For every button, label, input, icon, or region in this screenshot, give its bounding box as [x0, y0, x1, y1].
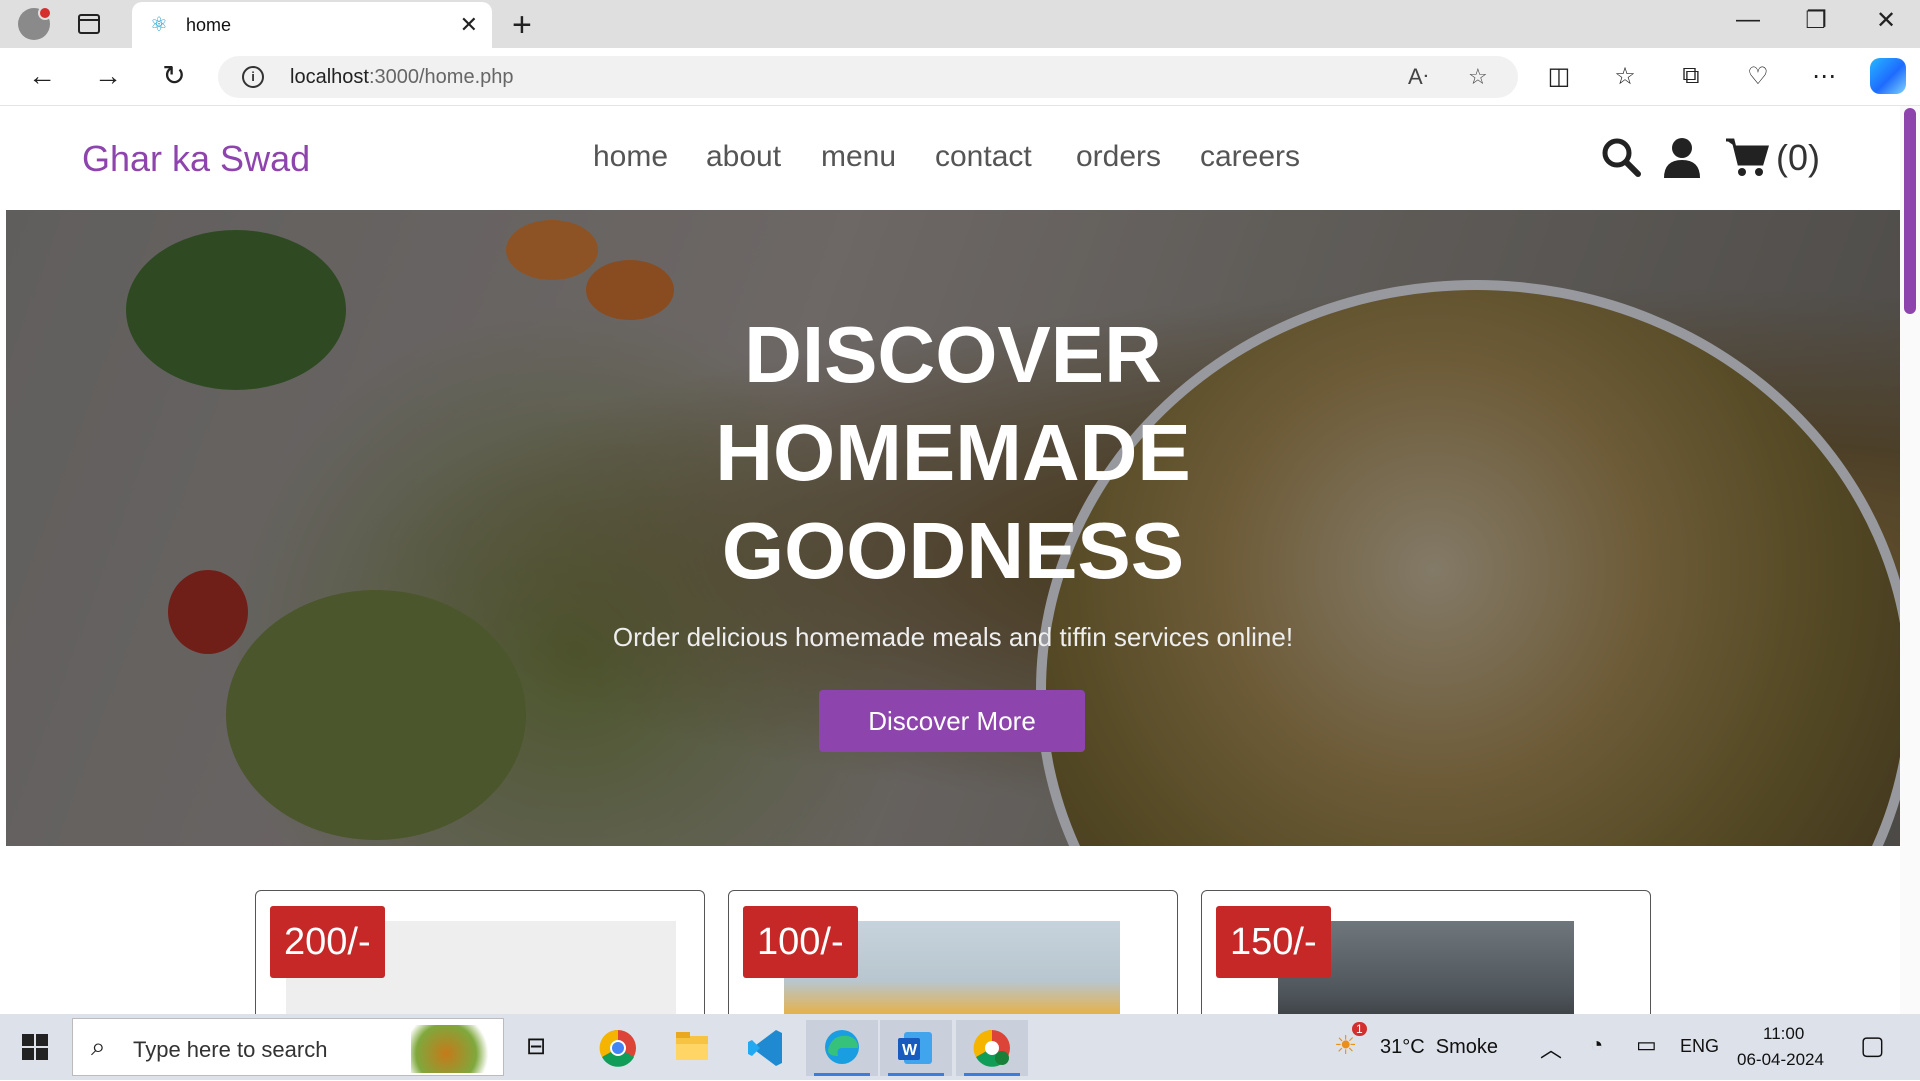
show-hidden-icons[interactable]: ︿: [1540, 1032, 1562, 1064]
product-card[interactable]: 100/-: [728, 890, 1178, 1014]
close-window-icon[interactable]: ✕: [1866, 6, 1906, 35]
back-icon[interactable]: ←: [22, 60, 62, 92]
word-icon[interactable]: W: [880, 1020, 952, 1076]
windows-start-icon[interactable]: [22, 1034, 48, 1060]
favorite-star-icon[interactable]: ☆: [1468, 64, 1488, 90]
product-card[interactable]: 150/-: [1201, 890, 1651, 1014]
more-options-icon[interactable]: ⋯: [1806, 62, 1842, 91]
web-page: Ghar ka Swad home about menu contact ord…: [6, 106, 1900, 1014]
nav-orders[interactable]: orders: [1076, 140, 1161, 174]
search-icon: ⌕: [91, 1031, 106, 1061]
scrollbar-thumb[interactable]: [1904, 108, 1916, 314]
hero-title: DISCOVER HOMEMADE GOODNESS: [715, 310, 1191, 595]
nav-about[interactable]: about: [706, 140, 781, 174]
browser-tab-strip: ⚛ home ✕ + — ❐ ✕: [0, 0, 1920, 48]
taskbar-search-box[interactable]: ⌕ Type here to search: [72, 1018, 504, 1076]
user-icon[interactable]: [1662, 136, 1702, 178]
price-badge: 200/-: [270, 906, 385, 978]
split-screen-icon[interactable]: ◫: [1541, 62, 1577, 91]
battery-icon[interactable]: ▭: [1636, 1032, 1657, 1058]
reload-icon[interactable]: ↻: [154, 60, 194, 92]
clock-date[interactable]: 06-04-2024: [1737, 1050, 1824, 1070]
cart-count[interactable]: (0): [1776, 137, 1820, 179]
search-highlight-image: [411, 1025, 499, 1073]
tab-title: home: [186, 15, 232, 35]
hero-banner: DISCOVER HOMEMADE GOODNESS Order delicio…: [6, 210, 1900, 846]
edge-icon[interactable]: [806, 1020, 878, 1076]
svg-text:W: W: [902, 1042, 918, 1059]
taskbar: ⌕ Type here to search ⊟ W ☀ 1 31°C Smoke…: [0, 1014, 1920, 1080]
hero-subtitle: Order delicious homemade meals and tiffi…: [612, 622, 1294, 652]
site-header: Ghar ka Swad home about menu contact ord…: [6, 106, 1900, 210]
nav-contact[interactable]: contact: [935, 140, 1032, 174]
price-badge: 150/-: [1216, 906, 1331, 978]
discover-more-button[interactable]: Discover More: [819, 690, 1085, 752]
weather-badge: 1: [1352, 1022, 1367, 1036]
browser-essentials-icon[interactable]: ♡: [1740, 62, 1776, 91]
nav-home[interactable]: home: [593, 140, 668, 174]
chrome-profile-icon[interactable]: [956, 1020, 1028, 1076]
price-badge: 100/-: [743, 906, 858, 978]
url-text[interactable]: localhost:3000/home.php: [290, 66, 514, 89]
profile-avatar[interactable]: [18, 6, 52, 40]
restore-icon[interactable]: ❐: [1796, 6, 1836, 35]
wifi-icon[interactable]: ◔: [1590, 1032, 1603, 1058]
browser-toolbar: ← → ↻ i localhost:3000/home.php Aᐧ ☆ ◫ ☆…: [0, 48, 1920, 106]
collections-icon[interactable]: ⧉: [1673, 62, 1709, 90]
favorites-icon[interactable]: ☆: [1607, 62, 1643, 91]
search-placeholder: Type here to search: [133, 1037, 328, 1062]
site-info-icon[interactable]: i: [242, 66, 264, 88]
read-aloud-icon[interactable]: Aᐧ: [1408, 64, 1428, 90]
task-view-icon[interactable]: ⊟: [526, 1032, 546, 1061]
copilot-icon[interactable]: [1870, 58, 1906, 94]
language-indicator[interactable]: ENG: [1680, 1036, 1719, 1057]
weather-icon[interactable]: ☀: [1334, 1030, 1357, 1061]
tab-actions-icon[interactable]: [78, 14, 100, 34]
cart-icon[interactable]: [1724, 136, 1770, 178]
search-icon[interactable]: [1600, 136, 1642, 178]
browser-tab-home[interactable]: ⚛ home ✕: [132, 2, 492, 48]
nav-menu[interactable]: menu: [821, 140, 896, 174]
file-explorer-icon[interactable]: [656, 1020, 728, 1076]
new-tab-button[interactable]: +: [512, 6, 532, 45]
close-tab-icon[interactable]: ✕: [460, 12, 478, 38]
chrome-icon[interactable]: [582, 1020, 654, 1076]
weather-text[interactable]: 31°C Smoke: [1380, 1036, 1498, 1059]
minimize-icon[interactable]: —: [1728, 6, 1768, 34]
vscode-icon[interactable]: [730, 1020, 802, 1076]
react-icon: ⚛: [150, 14, 168, 36]
notifications-icon[interactable]: ▢: [1860, 1030, 1885, 1061]
forward-icon[interactable]: →: [88, 60, 128, 92]
nav-careers[interactable]: careers: [1200, 140, 1300, 174]
address-bar[interactable]: i localhost:3000/home.php Aᐧ ☆: [218, 56, 1518, 98]
site-logo[interactable]: Ghar ka Swad: [82, 138, 310, 180]
clock-time[interactable]: 11:00: [1763, 1024, 1804, 1044]
product-card[interactable]: 200/-: [255, 890, 705, 1014]
